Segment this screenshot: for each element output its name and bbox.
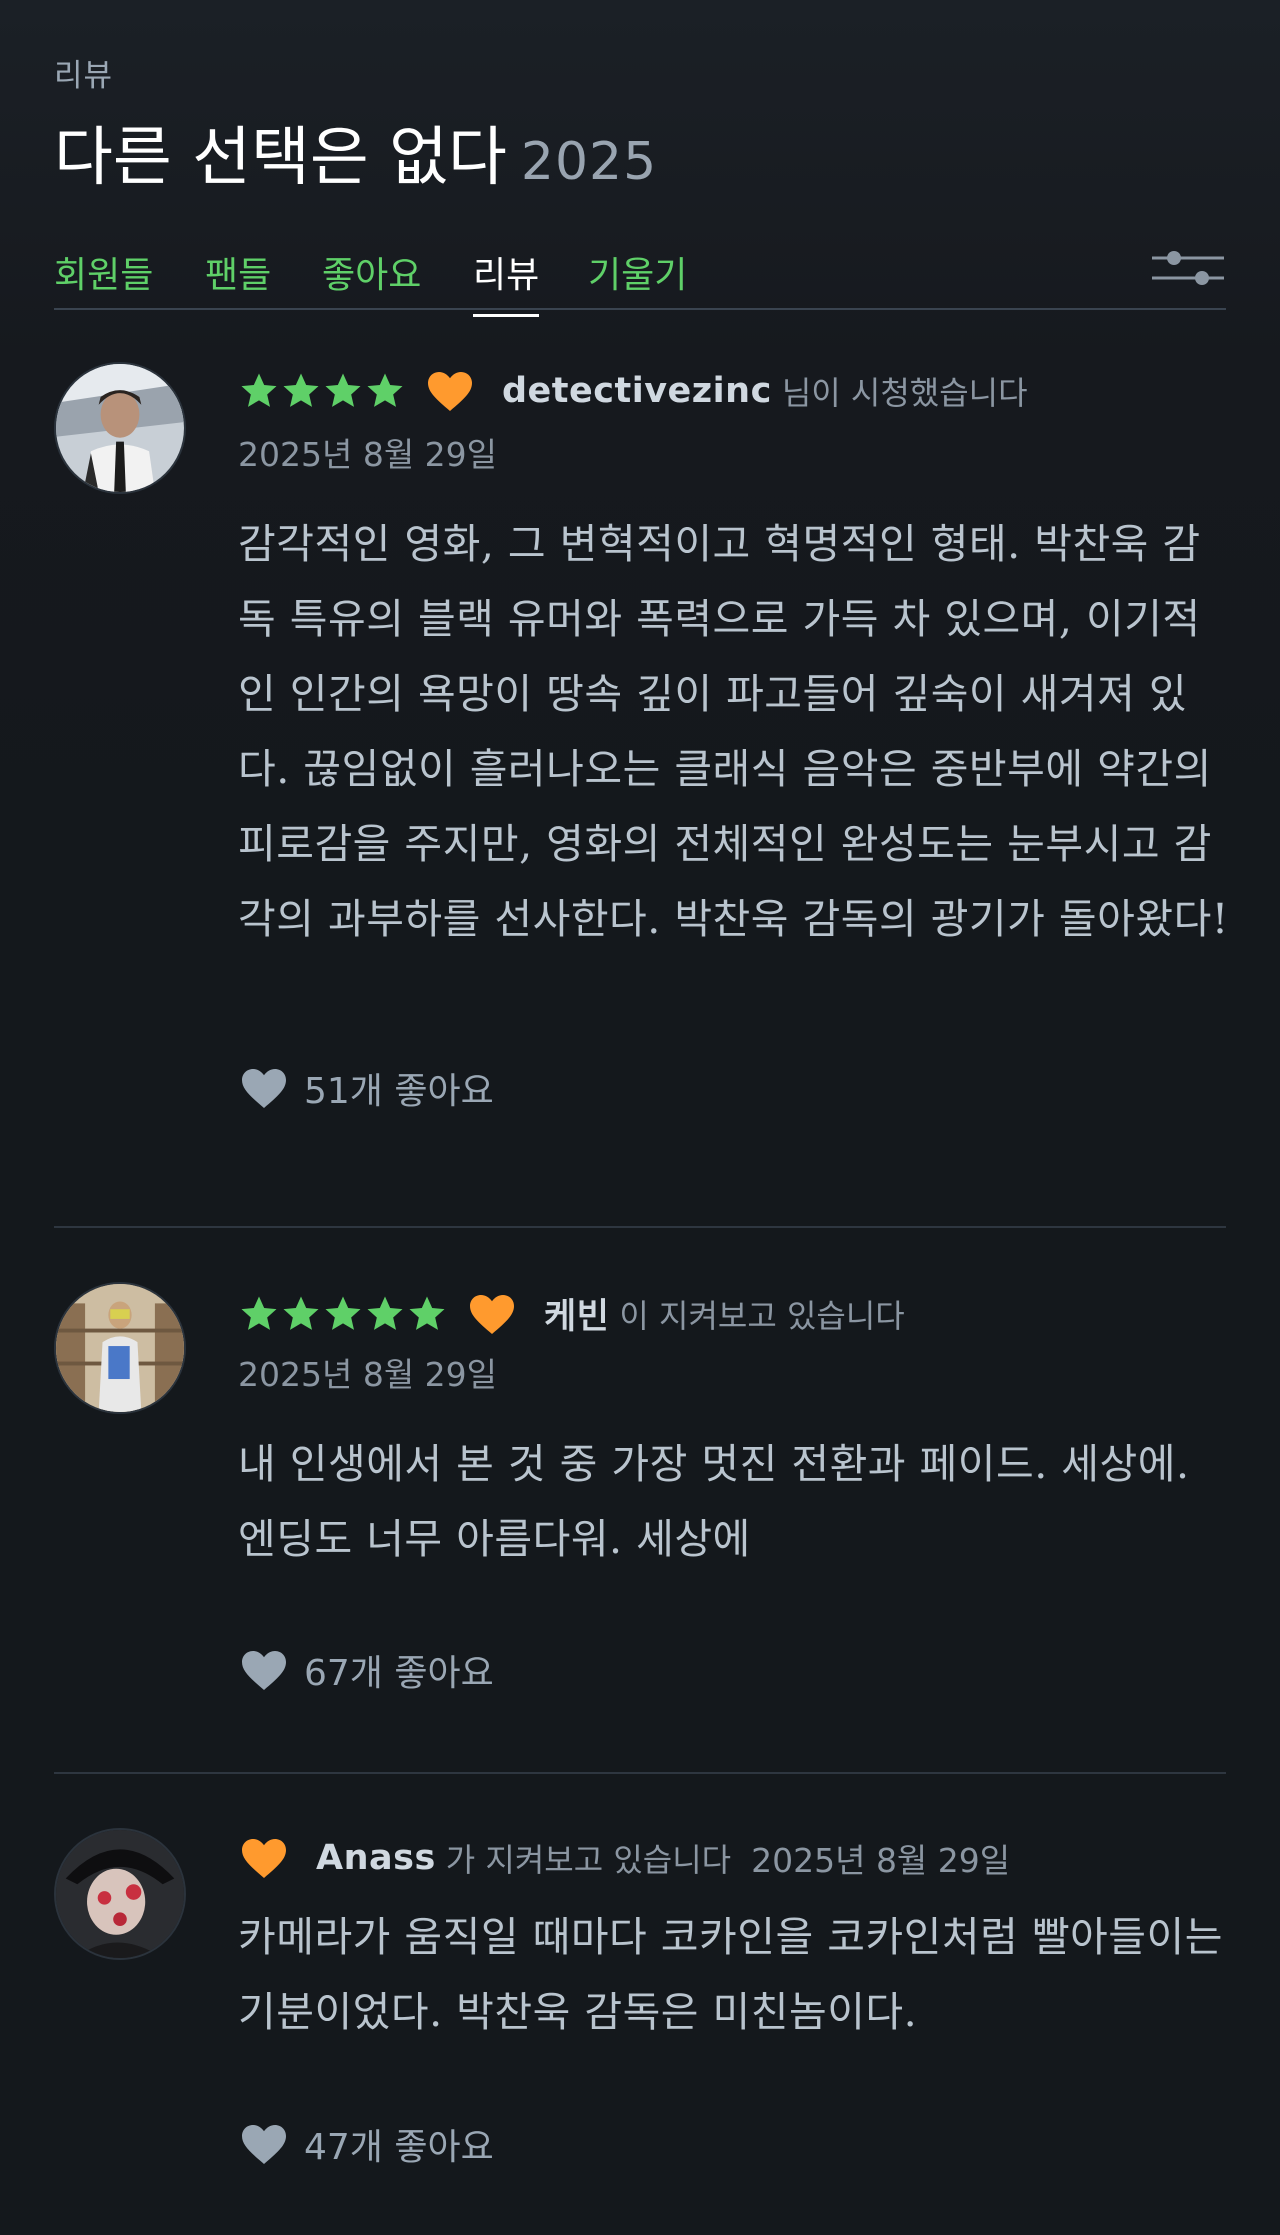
avatar[interactable] (54, 1828, 186, 1960)
star-icon (406, 1294, 448, 1334)
review-action: 가 지켜보고 있습니다 (445, 1841, 732, 1879)
review-text: 감각적인 영화, 그 변혁적이고 혁명적인 형태. 박찬욱 감독 특유의 블랙 … (238, 520, 1229, 943)
review-text: 카메라가 움직일 때마다 코카인을 코카인처럼 빨아들이는 기분이었다. 박찬욱… (238, 1913, 1223, 2036)
tab-likes[interactable]: 좋아요 (322, 246, 421, 316)
tab-reviews[interactable]: 리뷰 (473, 246, 540, 317)
like-button[interactable]: 51개 좋아요 (238, 1062, 494, 1114)
review-date: 2025년 8월 29일 (238, 1355, 498, 1394)
star-icon (238, 371, 280, 411)
like-button[interactable]: 67개 좋아요 (238, 1644, 494, 1696)
star-icon (322, 1294, 364, 1334)
sliders-icon[interactable] (1150, 246, 1226, 290)
section-label: 리뷰 (54, 58, 114, 94)
review-item: Anass 가 지켜보고 있습니다 2025년 8월 29일 카메라가 움직일 … (54, 1828, 1226, 2228)
star-icon (322, 371, 364, 411)
tab-fans[interactable]: 팬들 (205, 246, 271, 316)
likes-count: 51개 좋아요 (304, 1071, 494, 1112)
heart-icon (238, 1648, 290, 1692)
review-action: 이 지켜보고 있습니다 (619, 1296, 905, 1335)
star-icon (280, 371, 322, 411)
tab-members[interactable]: 회원들 (54, 246, 153, 316)
star-icon (280, 1294, 322, 1334)
tab-bar: 회원들 팬들 좋아요 리뷰 기울기 (54, 246, 1226, 317)
film-year[interactable]: 2025 (521, 132, 657, 192)
avatar[interactable] (54, 1282, 186, 1414)
heart-icon (238, 1066, 290, 1110)
username[interactable]: 케빈 (544, 1288, 609, 1339)
film-title[interactable]: 다른 선택은 없다 (54, 106, 507, 198)
tab-ratings[interactable]: 기울기 (588, 246, 687, 316)
review-date: 2025년 8월 29일 (751, 1841, 1011, 1880)
review-item: 케빈 이 지켜보고 있습니다 2025년 8월 29일 내 인생에서 본 것 중… (54, 1282, 1226, 1780)
review-item: detectivezinc 님이 시청했습니다 2025년 8월 29일 감각적… (54, 362, 1228, 1230)
heart-icon (424, 369, 476, 413)
star-icon (364, 371, 406, 411)
avatar[interactable] (54, 362, 186, 494)
review-meta: Anass 가 지켜보고 있습니다 2025년 8월 29일 (238, 1834, 1010, 1882)
review-text: 내 인생에서 본 것 중 가장 멋진 전환과 페이드. 세상에. 엔딩도 너무 … (238, 1440, 1190, 1563)
review-date: 2025년 8월 29일 (238, 435, 498, 474)
heart-icon (466, 1292, 518, 1336)
review-meta: 케빈 이 지켜보고 있습니다 (238, 1288, 905, 1339)
heart-icon (238, 2122, 290, 2166)
reviews-page: 리뷰 다른 선택은 없다 2025 회원들 팬들 좋아요 리뷰 기울기 dete… (0, 0, 1280, 2235)
star-icon (238, 1294, 280, 1334)
divider (54, 1772, 1226, 1774)
username[interactable]: detectivezinc (502, 371, 772, 411)
review-action: 님이 시청했습니다 (781, 374, 1028, 412)
likes-count: 47개 좋아요 (304, 2127, 494, 2168)
like-button[interactable]: 47개 좋아요 (238, 2118, 494, 2170)
star-icon (364, 1294, 406, 1334)
heart-icon (238, 1836, 290, 1880)
title-row: 다른 선택은 없다 2025 (54, 106, 657, 198)
likes-count: 67개 좋아요 (304, 1653, 494, 1694)
review-meta: detectivezinc 님이 시청했습니다 (238, 368, 1028, 414)
divider (54, 1226, 1226, 1228)
username[interactable]: Anass (316, 1838, 436, 1878)
